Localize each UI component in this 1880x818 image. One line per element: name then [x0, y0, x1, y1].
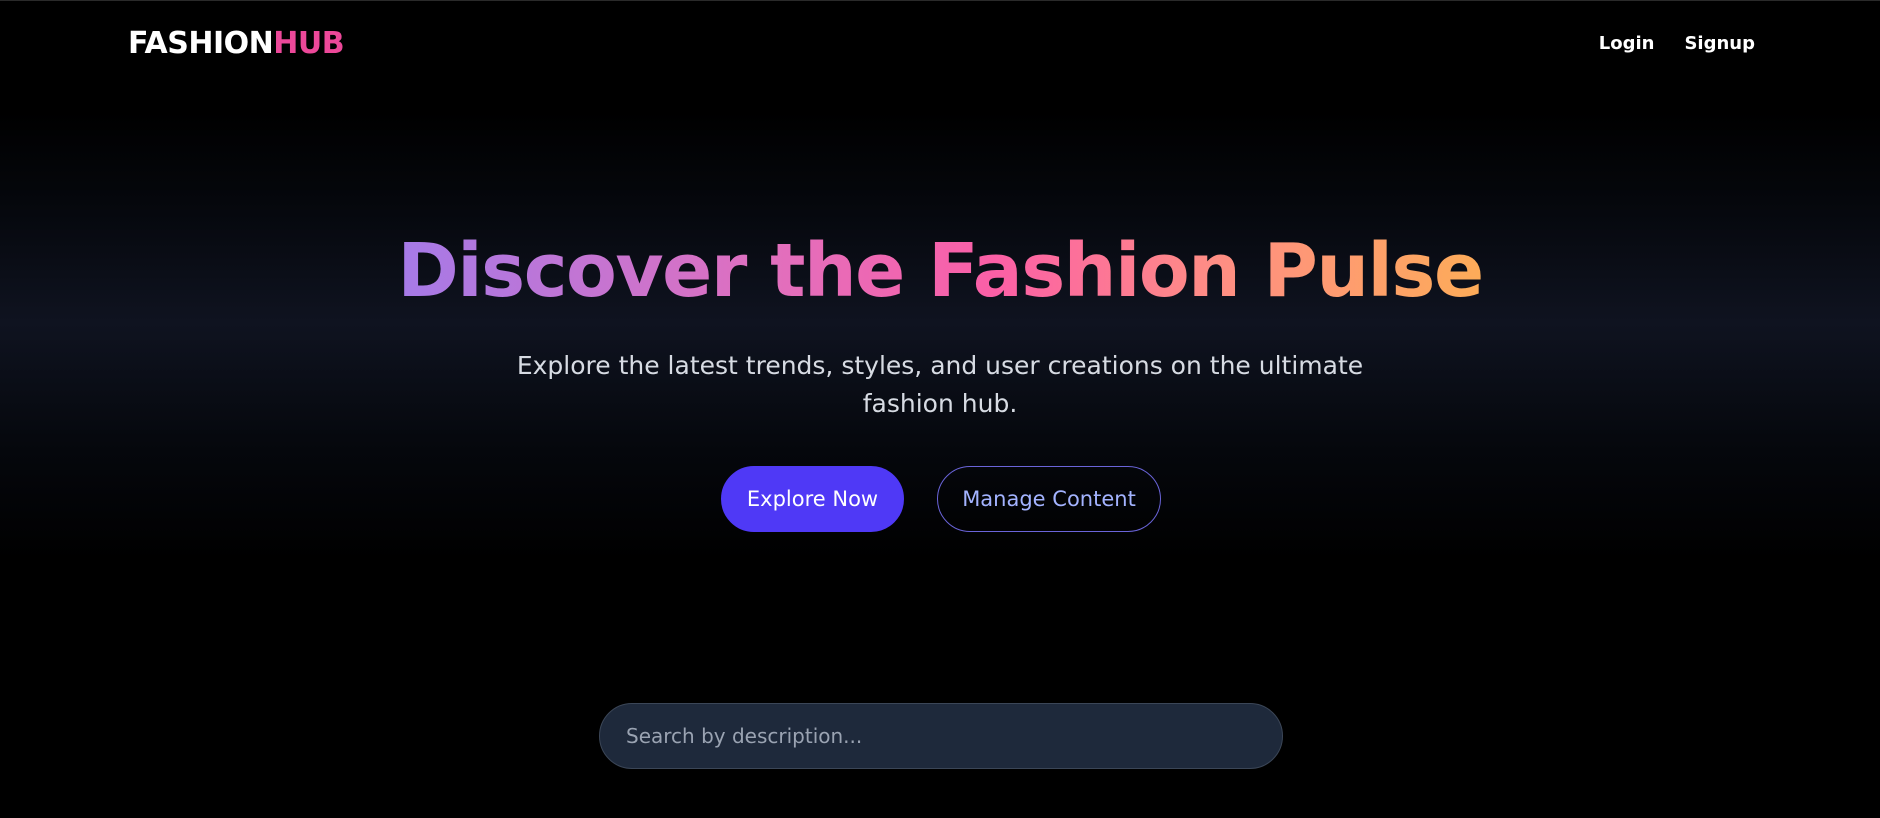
logo-text-primary: FASHION	[128, 26, 274, 61]
page: FASHIONHUB Login Signup Discover the Fas…	[0, 0, 1880, 818]
logo-text-accent: HUB	[273, 26, 345, 61]
hero-title-text: Discover the Fashion Pulse	[397, 228, 1484, 314]
signup-link[interactable]: Signup	[1684, 31, 1755, 57]
hero-subtitle: Explore the latest trends, styles, and u…	[516, 351, 1364, 418]
explore-now-button[interactable]: Explore Now	[721, 466, 904, 532]
search-input[interactable]	[600, 704, 1282, 768]
nav-links: Login Signup	[1599, 31, 1755, 57]
manage-content-button[interactable]: Manage Content	[937, 466, 1161, 532]
hero-title: Discover the Fashion Pulse	[0, 226, 1880, 316]
navbar: FASHIONHUB Login Signup	[0, 1, 1880, 87]
search-bar	[599, 703, 1283, 769]
login-link[interactable]: Login	[1599, 31, 1655, 57]
logo[interactable]: FASHIONHUB	[128, 25, 345, 63]
